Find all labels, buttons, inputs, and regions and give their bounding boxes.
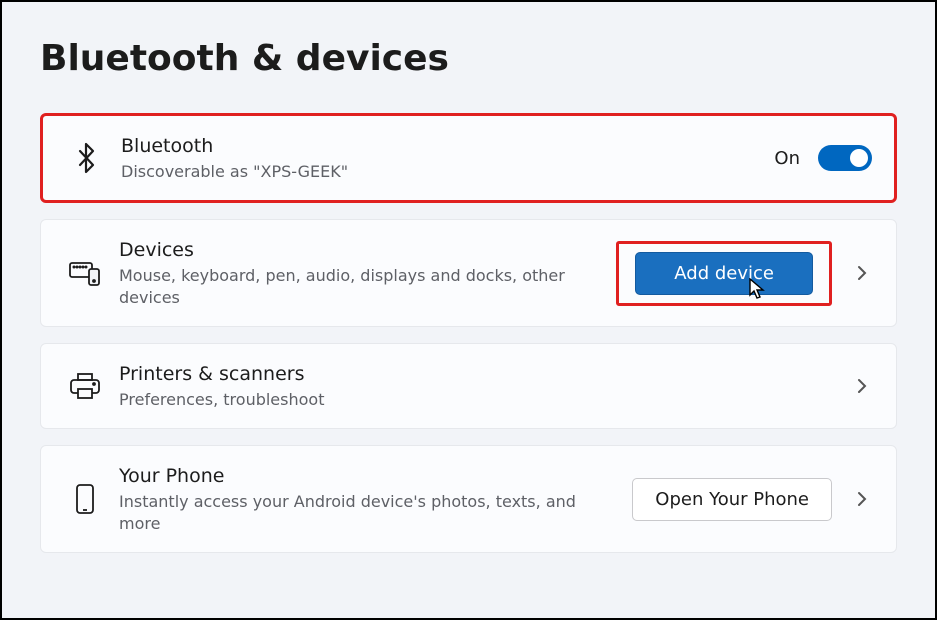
- devices-subtitle: Mouse, keyboard, pen, audio, displays an…: [119, 265, 598, 308]
- add-device-highlight: Add device: [616, 241, 832, 306]
- bluetooth-card: Bluetooth Discoverable as "XPS-GEEK" On: [40, 113, 897, 203]
- devices-title: Devices: [119, 238, 598, 263]
- add-device-button[interactable]: Add device: [635, 252, 813, 295]
- printer-icon: [63, 372, 107, 400]
- chevron-right-icon: [850, 374, 874, 398]
- phone-title: Your Phone: [119, 464, 614, 489]
- chevron-right-icon: [850, 261, 874, 285]
- bluetooth-toggle[interactable]: [818, 145, 872, 171]
- phone-icon: [63, 483, 107, 515]
- printers-subtitle: Preferences, troubleshoot: [119, 389, 832, 411]
- phone-subtitle: Instantly access your Android device's p…: [119, 491, 614, 534]
- printers-title: Printers & scanners: [119, 362, 832, 387]
- bluetooth-title: Bluetooth: [121, 134, 756, 159]
- devices-icon: [63, 260, 107, 286]
- chevron-right-icon: [850, 487, 874, 511]
- printers-card[interactable]: Printers & scanners Preferences, trouble…: [40, 343, 897, 429]
- open-your-phone-button[interactable]: Open Your Phone: [632, 478, 832, 521]
- bluetooth-state-label: On: [774, 148, 800, 169]
- bluetooth-icon: [65, 142, 109, 174]
- your-phone-card[interactable]: Your Phone Instantly access your Android…: [40, 445, 897, 553]
- bluetooth-subtitle: Discoverable as "XPS-GEEK": [121, 161, 756, 183]
- devices-card[interactable]: Devices Mouse, keyboard, pen, audio, dis…: [40, 219, 897, 327]
- page-title: Bluetooth & devices: [40, 38, 897, 79]
